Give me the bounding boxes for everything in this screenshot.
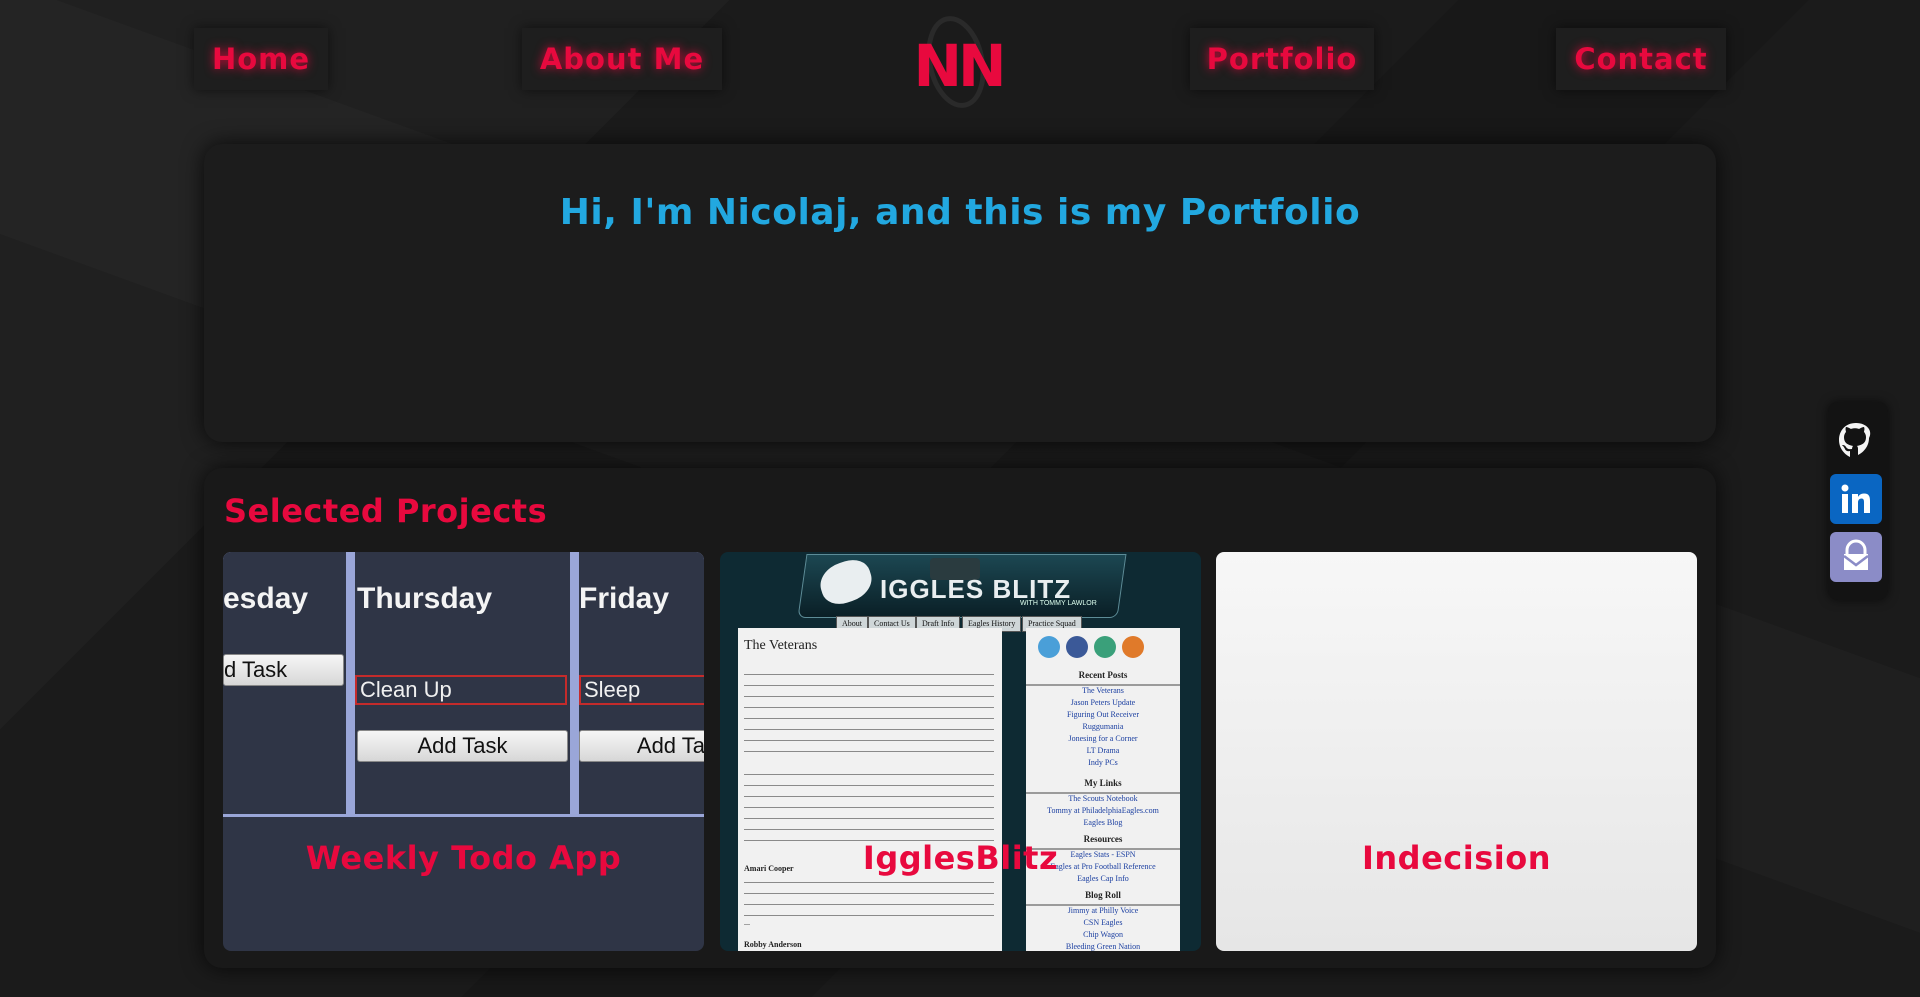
project-card-todo[interactable]: esday Thursday Friday d Task Clean Up Sl… bbox=[223, 552, 704, 951]
sidebar-link: Indy PCs bbox=[1088, 758, 1118, 767]
igglesblitz-preview-image: IGGLES BLITZ WITH TOMMY LAWLOR About Con… bbox=[720, 552, 1201, 951]
nav-home-button[interactable]: Home bbox=[194, 28, 328, 90]
igglesblitz-article-text bbox=[744, 668, 994, 760]
sidebar-link: The Scouts Notebook bbox=[1068, 794, 1138, 803]
sidebar-link: Tommy at PhiladelphiaEagles.com bbox=[1047, 806, 1159, 815]
todo-day: Friday bbox=[579, 582, 670, 615]
sidebar-link: The Veterans bbox=[1082, 686, 1124, 695]
sidebar-link: Ruggumania bbox=[1082, 722, 1124, 731]
igglesblitz-site-sub: WITH TOMMY LAWLOR bbox=[1020, 600, 1097, 607]
nav-portfolio-button[interactable]: Portfolio bbox=[1190, 28, 1374, 90]
igglesblitz-post-title: The Veterans bbox=[744, 638, 818, 653]
sidebar-link: Jason Peters Update bbox=[1070, 698, 1136, 707]
proton-mail-icon bbox=[1843, 539, 1869, 570]
hero-title: Hi, I'm Nicolaj, and this is my Portfoli… bbox=[559, 192, 1361, 233]
stumbleupon-icon bbox=[1094, 636, 1116, 658]
site-logo[interactable]: NN bbox=[908, 10, 1008, 110]
github-link[interactable] bbox=[1830, 416, 1882, 466]
igglesblitz-ellipsis: ... bbox=[744, 918, 750, 927]
projects-title: Selected Projects bbox=[224, 492, 548, 530]
todo-preview-image: esday Thursday Friday d Task Clean Up Sl… bbox=[223, 552, 704, 817]
todo-day: Thursday bbox=[357, 582, 493, 615]
twitter-icon bbox=[1038, 636, 1060, 658]
sidebar-link: Jonesing for a Corner bbox=[1068, 734, 1138, 743]
nav-about-button[interactable]: About Me bbox=[522, 28, 722, 90]
proton-mail-link[interactable] bbox=[1830, 532, 1882, 582]
igglesblitz-text-heading: Robby Anderson bbox=[744, 940, 802, 949]
nav-contact-button[interactable]: Contact bbox=[1556, 28, 1726, 90]
todo-task: Sleep bbox=[579, 675, 704, 705]
indecision-preview-image bbox=[1216, 552, 1697, 951]
sidebar-link: CSN Eagles bbox=[1083, 918, 1123, 927]
project-card-title[interactable]: Indecision bbox=[1216, 839, 1697, 877]
rss-icon bbox=[1122, 636, 1144, 658]
sidebar-heading: Recent Posts bbox=[1078, 670, 1128, 680]
sidebar-link: Eagles Blog bbox=[1083, 818, 1123, 827]
igglesblitz-main-column: The Veterans Amari Cooper ... Robby Ande… bbox=[738, 628, 1002, 951]
linkedin-link[interactable] bbox=[1830, 474, 1882, 524]
sidebar-heading: My Links bbox=[1084, 778, 1122, 788]
igglesblitz-article-text bbox=[744, 768, 994, 850]
todo-add-button: Add Ta bbox=[579, 730, 704, 762]
sidebar-link: Bleeding Green Nation bbox=[1065, 942, 1141, 951]
hero-panel bbox=[204, 144, 1716, 442]
project-card-title[interactable]: Weekly Todo App bbox=[223, 839, 704, 877]
todo-add-button: d Task bbox=[223, 654, 344, 686]
project-card-indecision[interactable]: Indecision bbox=[1216, 552, 1697, 951]
sidebar-link: Figuring Out Receiver bbox=[1067, 710, 1139, 719]
project-card-title[interactable]: IgglesBlitz bbox=[720, 839, 1201, 877]
sidebar-link: Chip Wagon bbox=[1083, 930, 1123, 939]
sidebar-link: Jimmy at Philly Voice bbox=[1067, 906, 1139, 915]
sidebar-heading: Blog Roll bbox=[1085, 890, 1121, 900]
todo-day: esday bbox=[223, 582, 309, 615]
igglesblitz-sidebar: Recent Posts The Veterans Jason Peters U… bbox=[1026, 628, 1180, 951]
sidebar-link: LT Drama bbox=[1086, 746, 1120, 755]
todo-add-button: Add Task bbox=[357, 730, 568, 762]
todo-task: Clean Up bbox=[355, 675, 567, 705]
project-card-igglesblitz[interactable]: IGGLES BLITZ WITH TOMMY LAWLOR About Con… bbox=[720, 552, 1201, 951]
linkedin-icon bbox=[1841, 484, 1870, 513]
github-icon bbox=[1839, 423, 1871, 457]
igglesblitz-article-text bbox=[744, 876, 994, 922]
logo-text: NN bbox=[913, 32, 1002, 100]
facebook-icon bbox=[1066, 636, 1088, 658]
